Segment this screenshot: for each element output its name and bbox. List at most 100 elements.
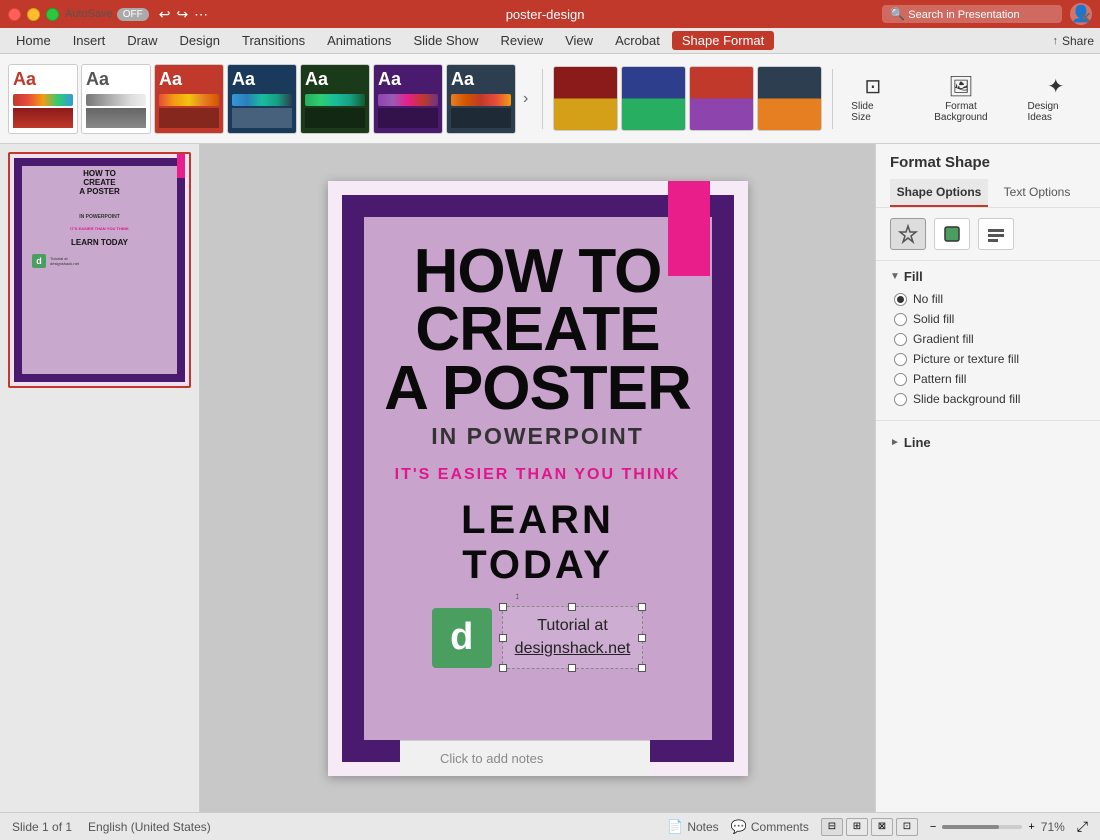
panel-tabs: Shape Options Text Options bbox=[890, 179, 1086, 207]
statusbar: Slide 1 of 1 English (United States) 📄 N… bbox=[0, 812, 1100, 840]
fill-section-header[interactable]: ▼ Fill bbox=[890, 269, 1086, 284]
themes-more-arrow[interactable]: › bbox=[519, 86, 532, 112]
color-theme-2[interactable] bbox=[621, 66, 686, 131]
zoom-level[interactable]: 71% bbox=[1041, 820, 1065, 834]
fill-option-picture[interactable]: Picture or texture fill bbox=[894, 352, 1086, 366]
text-box-selected[interactable]: Tutorial at designshack.net ↕ bbox=[502, 606, 644, 669]
tab-shape-options[interactable]: Shape Options bbox=[890, 179, 988, 207]
design-ideas-icon: ✦ bbox=[1047, 74, 1064, 99]
menu-draw[interactable]: Draw bbox=[117, 31, 167, 50]
effects-icon-button[interactable] bbox=[890, 218, 926, 250]
share-button[interactable]: ↑ Share bbox=[1052, 34, 1094, 48]
normal-view-button[interactable]: ⊟ bbox=[821, 818, 843, 836]
menu-transitions[interactable]: Transitions bbox=[232, 31, 315, 50]
logo-box: d bbox=[432, 608, 492, 668]
undo-button[interactable]: ↩ bbox=[159, 6, 171, 23]
pink-accent-shape[interactable] bbox=[668, 181, 710, 276]
menu-animations[interactable]: Animations bbox=[317, 31, 401, 50]
tab-text-options[interactable]: Text Options bbox=[988, 179, 1086, 207]
add-notes-bar[interactable]: Click to add notes bbox=[400, 740, 650, 776]
slide-canvas[interactable]: HOW TO CREATE A POSTER IN POWERPOINT IT'… bbox=[328, 181, 748, 776]
toolbar-actions: ⊡ Slide Size 🖼 Format Background ✦ Desig… bbox=[843, 70, 1092, 127]
close-button[interactable] bbox=[8, 8, 21, 21]
line-arrow-icon: ► bbox=[890, 437, 900, 448]
slide-size-button[interactable]: ⊡ Slide Size bbox=[843, 70, 902, 127]
menu-home[interactable]: Home bbox=[6, 31, 61, 50]
poster-logo-area[interactable]: d bbox=[432, 606, 644, 669]
theme-preset-2[interactable]: Aa bbox=[81, 64, 151, 134]
theme-preset-4[interactable]: Aa bbox=[227, 64, 297, 134]
menubar: Home Insert Draw Design Transitions Anim… bbox=[0, 28, 1100, 54]
effects-icon bbox=[898, 224, 918, 244]
fill-option-pattern[interactable]: Pattern fill bbox=[894, 372, 1086, 386]
fill-option-slide-bg[interactable]: Slide background fill bbox=[894, 392, 1086, 406]
notes-button[interactable]: 📄 Notes bbox=[667, 819, 719, 835]
resize-handle-icon: ↕ bbox=[515, 591, 520, 602]
radio-slide-bg-fill bbox=[894, 393, 907, 406]
maximize-button[interactable] bbox=[46, 8, 59, 21]
poster-subtitle: IN POWERPOINT bbox=[431, 423, 644, 450]
statusbar-left: Slide 1 of 1 English (United States) bbox=[12, 820, 211, 834]
color-theme-3[interactable] bbox=[689, 66, 754, 131]
comments-button[interactable]: 💬 Comments bbox=[731, 819, 809, 835]
redo-button[interactable]: ↪ bbox=[176, 6, 188, 23]
menu-slideshow[interactable]: Slide Show bbox=[403, 31, 488, 50]
menu-design[interactable]: Design bbox=[170, 31, 230, 50]
poster-inner: HOW TO CREATE A POSTER IN POWERPOINT IT'… bbox=[364, 217, 712, 740]
canvas-area: HOW TO CREATE A POSTER IN POWERPOINT IT'… bbox=[200, 144, 875, 812]
minimize-button[interactable] bbox=[27, 8, 40, 21]
format-background-button[interactable]: 🖼 Format Background bbox=[910, 70, 1011, 127]
line-section-header[interactable]: ► Line bbox=[890, 435, 1086, 450]
slide-sorter-button[interactable]: ⊞ bbox=[846, 818, 868, 836]
zoom-slider[interactable] bbox=[942, 825, 1022, 829]
layout-icon-button[interactable] bbox=[978, 218, 1014, 250]
color-theme-4[interactable] bbox=[757, 66, 822, 131]
theme-preset-5[interactable]: Aa bbox=[300, 64, 370, 134]
autosave-label: AutoSave OFF bbox=[65, 8, 149, 21]
menu-review[interactable]: Review bbox=[490, 31, 553, 50]
radio-gradient-fill bbox=[894, 333, 907, 346]
fit-to-window-button[interactable]: ⤢ bbox=[1077, 818, 1088, 835]
radio-solid-fill bbox=[894, 313, 907, 326]
fill-option-no-fill[interactable]: No fill bbox=[894, 292, 1086, 306]
menu-acrobat[interactable]: Acrobat bbox=[605, 31, 670, 50]
more-tools-button[interactable]: ⋯ bbox=[194, 6, 208, 23]
poster-outer-border[interactable]: HOW TO CREATE A POSTER IN POWERPOINT IT'… bbox=[342, 195, 734, 762]
fill-section: ▼ Fill No fill Solid fill Gradient fill bbox=[876, 261, 1100, 414]
radio-pattern-fill bbox=[894, 373, 907, 386]
fill-option-gradient[interactable]: Gradient fill bbox=[894, 332, 1086, 346]
zoom-out-button[interactable]: − bbox=[930, 821, 936, 833]
theme-preset-3[interactable]: Aa bbox=[154, 64, 224, 134]
menu-insert[interactable]: Insert bbox=[63, 31, 116, 50]
slide-info: Slide 1 of 1 bbox=[12, 820, 72, 834]
tutorial-text: Tutorial at designshack.net bbox=[515, 615, 631, 660]
poster-title-line1: HOW TO bbox=[414, 243, 662, 302]
toolbar: Aa Aa Aa Aa Aa Aa bbox=[0, 54, 1100, 144]
fill-option-solid[interactable]: Solid fill bbox=[894, 312, 1086, 326]
design-ideas-button[interactable]: ✦ Design Ideas bbox=[1019, 70, 1092, 127]
menu-view[interactable]: View bbox=[555, 31, 603, 50]
window-title: poster-design bbox=[214, 7, 876, 22]
view-mode-buttons: ⊟ ⊞ ⊠ ⊡ bbox=[821, 818, 918, 836]
slide-size-icon: ⊡ bbox=[864, 74, 881, 99]
theme-preset-7[interactable]: Aa bbox=[446, 64, 516, 134]
zoom-in-button[interactable]: + bbox=[1028, 821, 1034, 833]
reading-view-button[interactable]: ⊠ bbox=[871, 818, 893, 836]
theme-preset-6[interactable]: Aa bbox=[373, 64, 443, 134]
slide-thumbnail-1[interactable]: 1 HOW TOCREATEA POSTER IN POWERPOINT IT'… bbox=[8, 152, 191, 388]
poster-title-line3: A POSTER bbox=[384, 360, 691, 419]
main-area: 1 HOW TOCREATEA POSTER IN POWERPOINT IT'… bbox=[0, 144, 1100, 812]
titlebar-right: 🔍 Search in Presentation 👤 bbox=[882, 3, 1092, 25]
color-theme-1[interactable] bbox=[553, 66, 618, 131]
shape-fill-icon-button[interactable] bbox=[934, 218, 970, 250]
search-bar[interactable]: 🔍 Search in Presentation bbox=[882, 5, 1062, 23]
zoom-control: − + 71% bbox=[930, 820, 1065, 834]
theme-preset-1[interactable]: Aa bbox=[8, 64, 78, 134]
format-background-icon: 🖼 bbox=[948, 74, 973, 99]
menu-shape-format[interactable]: Shape Format bbox=[672, 31, 774, 50]
poster-cta: LEARN TODAY bbox=[380, 498, 696, 588]
color-themes bbox=[553, 66, 822, 131]
presenter-view-button[interactable]: ⊡ bbox=[896, 818, 918, 836]
line-section: ► Line bbox=[876, 427, 1100, 466]
language-info: English (United States) bbox=[88, 820, 211, 834]
